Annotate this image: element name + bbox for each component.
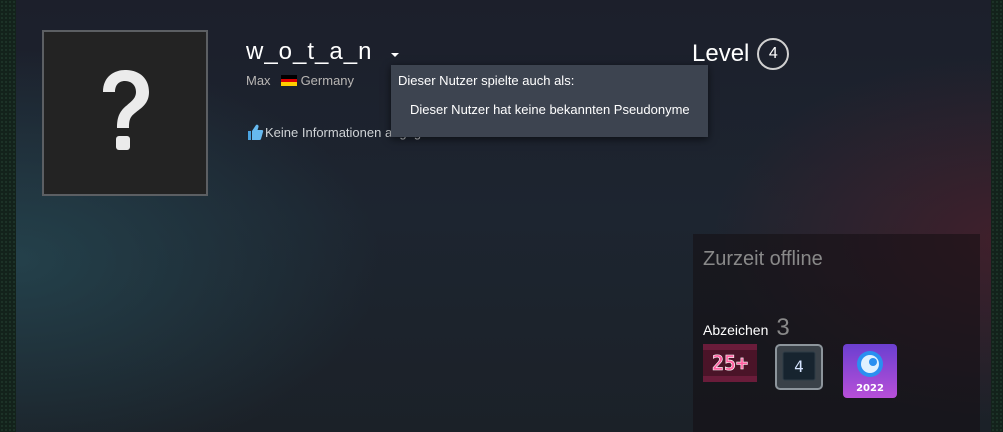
country-name: Germany [300,73,355,88]
alias-popup-title: Dieser Nutzer spielte auch als: [398,73,575,88]
badge-level-text: 4 [794,357,804,376]
steam-2022-badge[interactable]: 2022 [843,344,897,403]
online-status: Zurzeit offline [703,248,823,270]
question-mark-icon [103,70,149,150]
badge-25-text: 25+ [712,351,748,375]
real-name-line: Max Germany [246,73,354,88]
badge-2022-text: 2022 [856,383,884,394]
profile-avatar [42,30,208,196]
level-4-badge[interactable]: 4 [775,344,823,395]
level-label: Level [692,40,750,67]
badges-count[interactable]: 3 [776,314,789,342]
profile-level: Level 4 [692,38,790,70]
real-name: Max [246,73,271,88]
persona-name[interactable]: w_o_t_a_n [246,38,372,66]
caret-down-icon[interactable] [391,53,399,57]
thumbs-up-icon [248,124,264,140]
badges-label[interactable]: Abzeichen [703,322,768,338]
alias-popup: Dieser Nutzer spielte auch als: Dieser N… [391,65,708,137]
years-of-service-25-badge[interactable]: 25+ [703,344,757,387]
alias-popup-empty-text: Dieser Nutzer hat keine bekannten Pseudo… [410,102,690,117]
profile-right-panel: Zurzeit offline Abzeichen 3 25+ 4 2022 [693,234,980,432]
badges-header[interactable]: Abzeichen 3 [703,314,790,342]
germany-flag-icon [280,75,297,86]
page-side-left [0,0,16,432]
level-badge[interactable]: 4 [757,38,790,70]
page-side-right [991,0,1003,432]
